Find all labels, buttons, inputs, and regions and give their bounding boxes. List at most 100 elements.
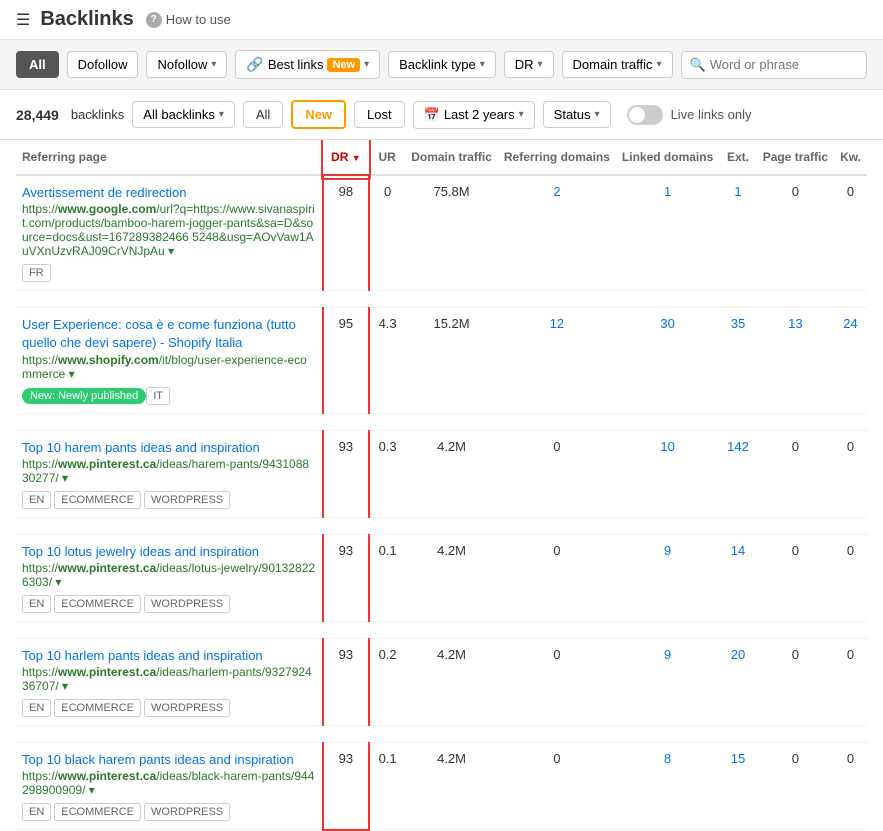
subfilter-bar: 28,449 backlinks All backlinks ▾ All New… — [0, 90, 883, 140]
tag-label: IT — [146, 387, 170, 405]
linked-domains-value: 8 — [616, 743, 719, 830]
url-dropdown-icon[interactable]: ▾ — [62, 471, 68, 485]
referring-domains-value: 0 — [498, 430, 616, 517]
dr-value: 93 — [323, 638, 369, 725]
calendar-icon: 📅 — [424, 107, 440, 123]
tag-label: EN — [22, 595, 51, 613]
dr-value: 95 — [323, 308, 369, 413]
dr-sort-arrow-icon: ▼ — [352, 153, 361, 163]
dr-filter-button[interactable]: DR ▾ — [504, 51, 554, 78]
page-url: https://www.pinterest.ca/ideas/lotus-jew… — [22, 561, 316, 589]
toggle-knob — [629, 107, 645, 123]
search-icon: 🔍 — [690, 57, 706, 73]
kw-value: 0 — [834, 430, 867, 517]
all-filter-button[interactable]: All — [16, 51, 59, 78]
url-dropdown-icon[interactable]: ▾ — [62, 679, 68, 693]
col-header-dr[interactable]: DR ▼ — [323, 140, 369, 175]
tag-label: EN — [22, 803, 51, 821]
search-input[interactable] — [710, 57, 858, 72]
linked-domains-value: 30 — [616, 308, 719, 413]
tag-label: FR — [22, 264, 51, 282]
page-title-link[interactable]: Top 10 lotus jewelry ideas and inspirati… — [22, 544, 259, 559]
ext-value: 35 — [719, 308, 756, 413]
nofollow-chevron-icon: ▾ — [211, 59, 216, 70]
new-sub-button[interactable]: New — [291, 100, 346, 129]
page-url: https://www.pinterest.ca/ideas/harem-pan… — [22, 457, 316, 485]
ur-value: 0.1 — [369, 743, 405, 830]
dr-value: 93 — [323, 743, 369, 830]
domain-traffic-filter-button[interactable]: Domain traffic ▾ — [562, 51, 673, 78]
page-title-link[interactable]: Top 10 harlem pants ideas and inspiratio… — [22, 648, 263, 663]
all-backlinks-button[interactable]: All backlinks ▾ — [132, 101, 235, 128]
all-backlinks-chevron-icon: ▾ — [219, 109, 224, 120]
table-row-spacer — [16, 517, 867, 534]
tag-label: WORDPRESS — [144, 491, 230, 509]
linked-domains-value: 10 — [616, 430, 719, 517]
nofollow-filter-button[interactable]: Nofollow ▾ — [146, 51, 227, 78]
hamburger-icon[interactable]: ☰ — [16, 10, 30, 30]
tag-label: WORDPRESS — [144, 803, 230, 821]
all-sub-button[interactable]: All — [243, 101, 283, 128]
ext-value: 20 — [719, 638, 756, 725]
referring-domains-value: 0 — [498, 638, 616, 725]
backlinks-label: backlinks — [71, 107, 124, 122]
how-to-use-button[interactable]: ? How to use — [146, 12, 231, 28]
domain-traffic-value: 15.2M — [405, 308, 498, 413]
url-dropdown-icon[interactable]: ▾ — [168, 244, 174, 258]
dr-chevron-icon: ▾ — [538, 59, 543, 70]
tag-label: WORDPRESS — [144, 595, 230, 613]
col-header-linked-domains: Linked domains — [616, 140, 719, 175]
table-row: Top 10 harlem pants ideas and inspiratio… — [16, 638, 867, 725]
page-title-link[interactable]: Avertissement de redirection — [22, 185, 187, 200]
page-traffic-value: 0 — [757, 638, 834, 725]
page-title-link[interactable]: Top 10 harem pants ideas and inspiration — [22, 440, 260, 455]
referring-domains-value: 12 — [498, 308, 616, 413]
backlinks-table: Referring page DR ▼ UR Domain traffic Re… — [16, 140, 867, 831]
backlinks-table-wrapper: Referring page DR ▼ UR Domain traffic Re… — [0, 140, 883, 831]
date-range-button[interactable]: 📅 Last 2 years ▾ — [413, 101, 535, 129]
backlink-type-filter-button[interactable]: Backlink type ▾ — [388, 51, 496, 78]
table-row: User Experience: cosa è e come funziona … — [16, 308, 867, 413]
domain-traffic-value: 4.2M — [405, 743, 498, 830]
ur-value: 0.3 — [369, 430, 405, 517]
live-links-label: Live links only — [671, 107, 752, 122]
page-title-link[interactable]: User Experience: cosa è e come funziona … — [22, 317, 296, 350]
url-dropdown-icon[interactable]: ▾ — [69, 367, 75, 381]
url-dropdown-icon[interactable]: ▾ — [89, 783, 95, 797]
col-header-ext: Ext. — [719, 140, 756, 175]
kw-value: 0 — [834, 175, 867, 291]
col-header-ur: UR — [369, 140, 405, 175]
kw-value: 0 — [834, 534, 867, 621]
tag-label: EN — [22, 699, 51, 717]
table-row: Top 10 harem pants ideas and inspiration… — [16, 430, 867, 517]
page-url: https://www.pinterest.ca/ideas/black-har… — [22, 769, 316, 797]
page-url: https://www.pinterest.ca/ideas/harlem-pa… — [22, 665, 316, 693]
dofollow-filter-button[interactable]: Dofollow — [67, 51, 139, 78]
table-row: Top 10 black harem pants ideas and inspi… — [16, 743, 867, 830]
col-header-page-traffic: Page traffic — [757, 140, 834, 175]
page-url: https://www.shopify.com/it/blog/user-exp… — [22, 353, 316, 381]
tag-label: ECOMMERCE — [54, 491, 141, 509]
tag-label: ECOMMERCE — [54, 699, 141, 717]
domain-traffic-chevron-icon: ▾ — [657, 59, 662, 70]
linked-domains-value: 1 — [616, 175, 719, 291]
referring-domains-value: 0 — [498, 534, 616, 621]
ur-value: 0 — [369, 175, 405, 291]
help-icon: ? — [146, 12, 162, 28]
page-url: https://www.google.com/url?q=https://www… — [22, 202, 316, 258]
linked-domains-value: 9 — [616, 534, 719, 621]
col-header-domain-traffic: Domain traffic — [405, 140, 498, 175]
best-links-filter-button[interactable]: 🔗 Best links New ▾ — [235, 50, 380, 79]
url-dropdown-icon[interactable]: ▾ — [55, 575, 61, 589]
search-box: 🔍 — [681, 51, 867, 79]
page-traffic-value: 0 — [757, 534, 834, 621]
app-title: Backlinks — [40, 8, 133, 31]
live-links-toggle[interactable] — [627, 105, 663, 125]
new-badge: New — [327, 58, 360, 72]
referring-domains-value: 2 — [498, 175, 616, 291]
lost-sub-button[interactable]: Lost — [354, 101, 405, 128]
tag-label: EN — [22, 491, 51, 509]
page-traffic-value: 13 — [757, 308, 834, 413]
page-title-link[interactable]: Top 10 black harem pants ideas and inspi… — [22, 752, 294, 767]
status-button[interactable]: Status ▾ — [543, 101, 611, 128]
